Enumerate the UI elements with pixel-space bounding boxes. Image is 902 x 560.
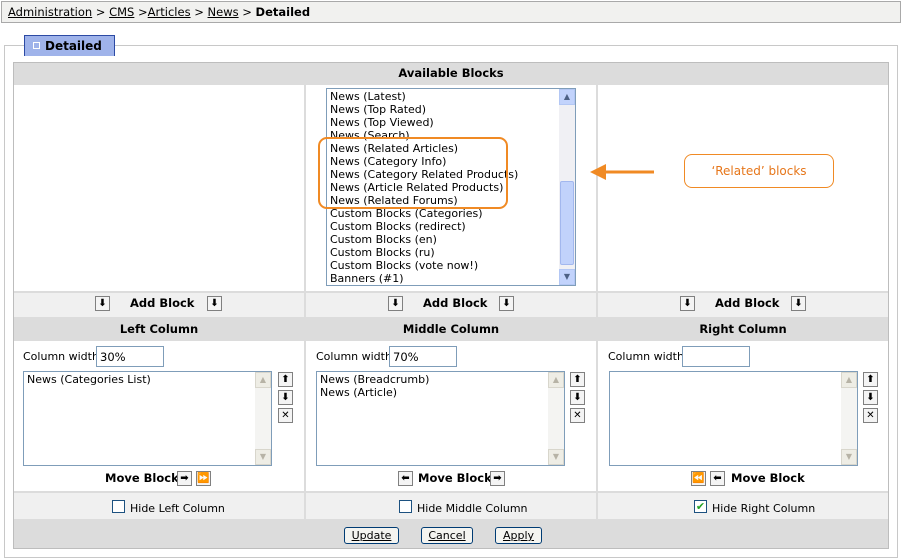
scroll-thumb[interactable]	[560, 181, 574, 265]
arrow-down-icon[interactable]: ⬇	[499, 296, 514, 311]
right-column-header: Right Column	[699, 322, 787, 336]
breadcrumb-link-administration[interactable]: Administration	[8, 5, 92, 19]
scroll-down-icon[interactable]: ▼	[255, 449, 271, 465]
hide-left-column-label[interactable]: Hide Left Column	[130, 502, 225, 515]
arrow-down-icon[interactable]: ⬇	[863, 390, 878, 405]
middle-column-scrollbar[interactable]: ▲ ▼	[548, 372, 564, 465]
right-column-width-label: Column width	[608, 350, 684, 363]
arrow-down-icon[interactable]: ⬇	[388, 296, 403, 311]
middle-column-width-label: Column width	[316, 350, 392, 363]
arrow-right-icon[interactable]: ➡	[490, 471, 505, 486]
delete-icon[interactable]: ✕	[570, 408, 585, 423]
double-right-icon[interactable]: ⏩	[196, 471, 211, 486]
scroll-up-icon[interactable]: ▲	[559, 89, 575, 105]
breadcrumb: Administration > CMS >Articles > News > …	[1, 1, 901, 23]
hide-middle-column-checkbox[interactable]	[399, 500, 412, 513]
hide-right-column-label[interactable]: Hide Right Column	[712, 502, 815, 515]
list-item[interactable]: Banners (#1)	[330, 272, 557, 285]
pointer-arrow-icon	[590, 164, 654, 180]
middle-column-blocks-list[interactable]: News (Breadcrumb) News (Article) ▲ ▼	[316, 371, 565, 466]
right-column-blocks-list[interactable]: ▲ ▼	[609, 371, 858, 466]
hide-right-column-checkbox[interactable]: ✔	[694, 500, 707, 513]
apply-button[interactable]: Apply	[495, 527, 542, 544]
list-item[interactable]: News (Article)	[320, 386, 546, 399]
arrow-up-icon[interactable]: ⬆	[278, 372, 293, 387]
delete-icon[interactable]: ✕	[278, 408, 293, 423]
tab-square-icon	[33, 42, 40, 49]
list-item[interactable]: News (Latest)	[330, 90, 557, 103]
scroll-down-icon[interactable]: ▼	[559, 269, 575, 285]
list-item[interactable]: News (Top Rated)	[330, 103, 557, 116]
left-column-scrollbar[interactable]: ▲ ▼	[255, 372, 271, 465]
breadcrumb-sep: >	[238, 5, 256, 19]
related-blocks-callout: ‘Related’ blocks	[684, 154, 834, 188]
available-left-cell	[14, 85, 304, 291]
scroll-down-icon[interactable]: ▼	[841, 449, 857, 465]
breadcrumb-link-cms[interactable]: CMS	[109, 5, 134, 19]
arrow-up-icon[interactable]: ⬆	[570, 372, 585, 387]
arrow-down-icon[interactable]: ⬇	[278, 390, 293, 405]
left-column-header: Left Column	[119, 322, 199, 336]
available-right-cell	[598, 85, 888, 291]
hide-left-column-checkbox[interactable]	[112, 500, 125, 513]
right-column-scrollbar[interactable]: ▲ ▼	[841, 372, 857, 465]
tab-label: Detailed	[45, 39, 102, 53]
middle-column-blocks-items: News (Breadcrumb) News (Article)	[320, 373, 546, 399]
breadcrumb-current: Detailed	[255, 5, 311, 19]
add-block-left-label[interactable]: Add Block	[130, 296, 194, 310]
add-block-right-label[interactable]: Add Block	[715, 296, 779, 310]
list-item[interactable]: Custom Blocks (vote now!)	[330, 259, 557, 272]
scroll-up-icon[interactable]: ▲	[841, 372, 857, 388]
arrow-down-icon[interactable]: ⬇	[207, 296, 222, 311]
list-item[interactable]: News (Breadcrumb)	[320, 373, 546, 386]
right-move-block-label: Move Block	[731, 471, 805, 485]
list-item[interactable]: Custom Blocks (redirect)	[330, 220, 557, 233]
left-column-blocks-items: News (Categories List)	[27, 373, 253, 386]
double-left-icon[interactable]: ⏪	[691, 471, 706, 486]
arrow-left-icon[interactable]: ⬅	[398, 471, 413, 486]
list-item[interactable]: News (Top Viewed)	[330, 116, 557, 129]
breadcrumb-sep: >	[92, 5, 110, 19]
update-button[interactable]: Update	[344, 527, 399, 544]
right-column-width-input[interactable]	[682, 346, 750, 367]
hide-middle-column-label[interactable]: Hide Middle Column	[417, 502, 528, 515]
related-blocks-highlight	[318, 137, 508, 209]
left-column-width-label: Column width	[23, 350, 99, 363]
breadcrumb-link-articles[interactable]: Articles	[148, 5, 191, 19]
arrow-left-icon[interactable]: ⬅	[710, 471, 725, 486]
arrow-up-icon[interactable]: ⬆	[863, 372, 878, 387]
arrow-down-icon[interactable]: ⬇	[680, 296, 695, 311]
middle-move-block-label: Move Block	[418, 471, 492, 485]
checkmark-icon: ✔	[695, 500, 706, 513]
breadcrumb-sep: >	[190, 5, 208, 19]
list-item[interactable]: News (Categories List)	[27, 373, 253, 386]
arrow-down-icon[interactable]: ⬇	[791, 296, 806, 311]
cancel-button[interactable]: Cancel	[421, 527, 473, 544]
delete-icon[interactable]: ✕	[863, 408, 878, 423]
arrow-down-icon[interactable]: ⬇	[570, 390, 585, 405]
list-item[interactable]: Custom Blocks (ru)	[330, 246, 557, 259]
arrow-down-icon[interactable]: ⬇	[95, 296, 110, 311]
available-blocks-scrollbar[interactable]: ▲ ▼	[559, 89, 575, 285]
left-column-blocks-list[interactable]: News (Categories List) ▲ ▼	[23, 371, 272, 466]
middle-column-width-input[interactable]	[389, 346, 457, 367]
scroll-up-icon[interactable]: ▲	[548, 372, 564, 388]
list-item[interactable]: Custom Blocks (en)	[330, 233, 557, 246]
available-blocks-header: Available Blocks	[398, 66, 504, 80]
middle-column-header: Middle Column	[402, 322, 500, 336]
arrow-right-icon[interactable]: ➡	[177, 471, 192, 486]
breadcrumb-link-news[interactable]: News	[208, 5, 239, 19]
left-column-width-input[interactable]	[96, 346, 164, 367]
scroll-up-icon[interactable]: ▲	[255, 372, 271, 388]
breadcrumb-sep: >	[134, 5, 148, 19]
tab-detailed[interactable]: Detailed	[24, 35, 115, 56]
add-block-middle-label[interactable]: Add Block	[423, 296, 487, 310]
left-move-block-label: Move Block	[105, 471, 179, 485]
scroll-down-icon[interactable]: ▼	[548, 449, 564, 465]
